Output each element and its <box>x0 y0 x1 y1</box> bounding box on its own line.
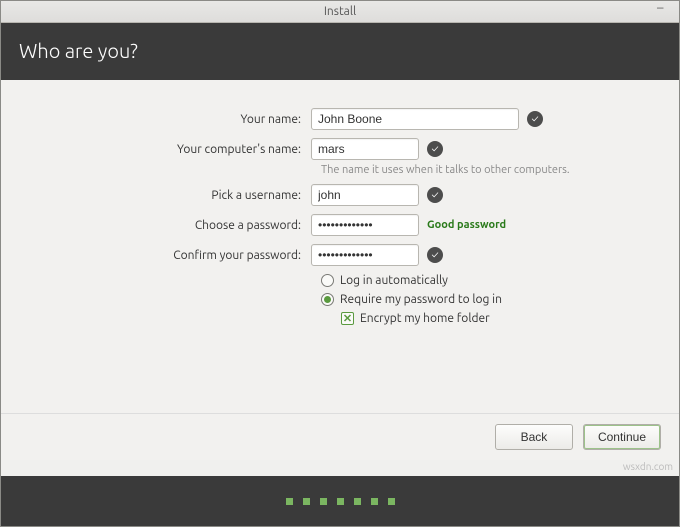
progress-dot <box>303 498 310 505</box>
minimize-icon[interactable]: – <box>657 3 671 17</box>
computer-label: Your computer's name: <box>21 143 311 156</box>
login-auto-label: Log in automatically <box>340 274 448 287</box>
confirm-label: Confirm your password: <box>21 249 311 262</box>
progress-dot <box>354 498 361 505</box>
page-header: Who are you? <box>1 23 679 80</box>
password-input[interactable] <box>311 214 419 236</box>
progress-dot <box>286 498 293 505</box>
login-password-label: Require my password to log in <box>340 293 502 306</box>
computer-hint: The name it uses when it talks to other … <box>321 164 659 176</box>
check-icon: ✓ <box>427 141 443 157</box>
titlebar: Install – <box>1 1 679 23</box>
login-password-radio[interactable] <box>321 293 334 306</box>
form-panel: Your name: ✓ Your computer's name: ✓ The… <box>1 80 679 450</box>
progress-dot <box>337 498 344 505</box>
name-input[interactable] <box>311 108 519 130</box>
watermark: wsxdn.com <box>623 461 673 472</box>
encrypt-label: Encrypt my home folder <box>360 312 490 325</box>
confirm-input[interactable] <box>311 244 419 266</box>
window-title: Install <box>324 5 356 18</box>
username-label: Pick a username: <box>21 189 311 202</box>
progress-dot <box>371 498 378 505</box>
footer: Back Continue <box>1 413 679 460</box>
computer-input[interactable] <box>311 138 419 160</box>
check-icon: ✓ <box>427 247 443 263</box>
check-icon: ✓ <box>427 187 443 203</box>
username-input[interactable] <box>311 184 419 206</box>
page-title: Who are you? <box>19 39 138 62</box>
back-button[interactable]: Back <box>495 424 573 450</box>
login-auto-radio[interactable] <box>321 274 334 287</box>
password-label: Choose a password: <box>21 219 311 232</box>
password-strength: Good password <box>427 219 506 231</box>
encrypt-checkbox[interactable]: ✕ <box>341 312 354 325</box>
continue-button[interactable]: Continue <box>583 424 661 450</box>
check-icon: ✓ <box>527 111 543 127</box>
progress-dot <box>388 498 395 505</box>
progress-dot <box>320 498 327 505</box>
name-label: Your name: <box>21 113 311 126</box>
progress-bar <box>1 476 679 526</box>
